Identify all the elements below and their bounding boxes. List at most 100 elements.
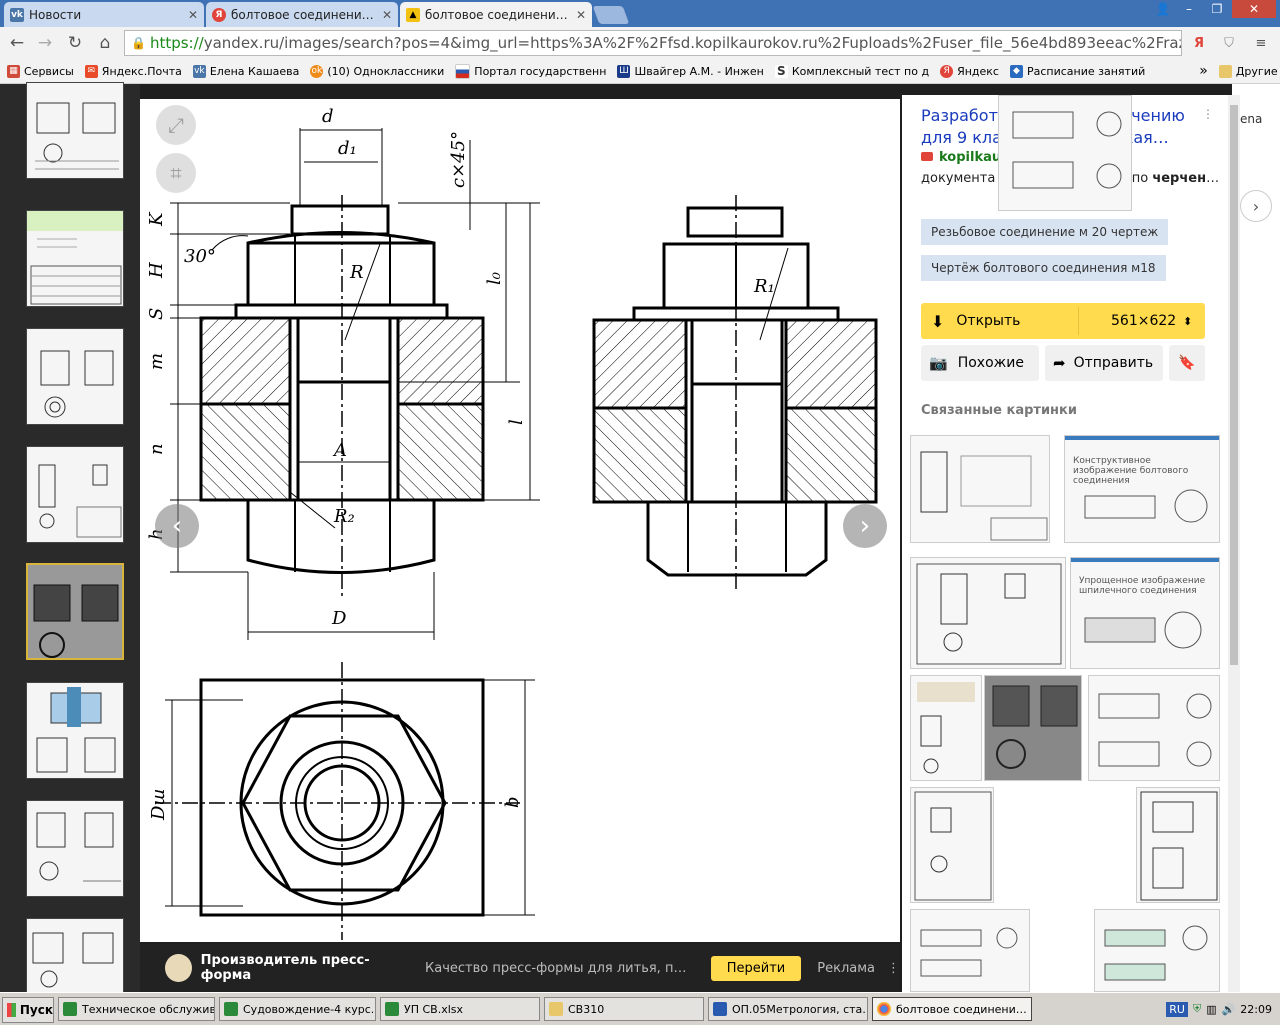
bookmark-services[interactable]: ▦ Сервисы — [7, 64, 74, 78]
yandex-extension-icon[interactable]: Я — [1190, 34, 1208, 52]
bookmark-label: Швайгер А.М. - Инжен — [634, 64, 764, 78]
home-icon[interactable]: ⌂ — [94, 33, 116, 53]
thumbnail[interactable] — [26, 800, 124, 897]
back-icon[interactable]: ← — [6, 33, 28, 53]
bookmark-shvaiger[interactable]: Ш Швайгер А.М. - Инжен — [617, 64, 764, 78]
bookmark-yandex[interactable]: Я Яндекс — [940, 64, 999, 78]
restore-button[interactable]: ❐ — [1204, 0, 1230, 18]
related-image[interactable] — [910, 909, 1030, 992]
other-bookmarks-folder[interactable]: Другие закладки — [1218, 64, 1280, 78]
taskbar-item[interactable]: Техническое обслужив… — [58, 997, 215, 1021]
crop-icon[interactable]: ⌗ — [156, 153, 196, 193]
taskbar-item[interactable]: ОП.05Метрология, ста… — [708, 997, 868, 1021]
main-image: d d₁ c×45° K H S m n h 30° R R₁ R₂ l₀ l … — [140, 99, 900, 942]
thumbnail[interactable] — [26, 682, 124, 779]
tag-chip[interactable]: Резьбовое соединение м 20 чертеж — [921, 219, 1169, 245]
more-options-icon[interactable]: ⋮ — [887, 961, 900, 976]
thumbnail-strip — [0, 82, 140, 1015]
bookmark-schedule[interactable]: ◆ Расписание занятий — [1009, 64, 1145, 78]
close-tab-icon[interactable]: ✕ — [576, 8, 586, 22]
related-image[interactable] — [1094, 909, 1220, 992]
fullscreen-icon[interactable]: ⤢ — [156, 105, 196, 145]
related-image-drawing — [1012, 111, 1122, 189]
tab-novosti[interactable]: vk Новости ✕ — [4, 2, 204, 27]
related-image-drawing — [985, 676, 1081, 780]
bookmark-gosuslugi[interactable]: Портал государственн — [455, 63, 606, 79]
reload-icon[interactable]: ↻ — [64, 33, 86, 53]
menu-icon[interactable]: ≡ — [1252, 34, 1270, 52]
volume-icon[interactable]: 🔊 — [1222, 1003, 1236, 1016]
scrollbar-thumb[interactable] — [1230, 105, 1238, 665]
bookmarks-overflow-button[interactable]: » — [1199, 63, 1208, 79]
language-indicator[interactable]: RU — [1166, 1001, 1188, 1017]
share-button[interactable]: ➦ Отправить — [1045, 345, 1163, 381]
next-image-button[interactable]: › — [843, 504, 887, 548]
related-image[interactable] — [998, 95, 1132, 211]
dim-label-l0: l₀ — [484, 272, 505, 285]
bookmark-test[interactable]: S Комплексный тест по д — [774, 64, 929, 78]
dim-label-R: R — [349, 262, 364, 283]
related-image[interactable] — [910, 435, 1050, 543]
minimize-button[interactable]: – — [1176, 0, 1202, 18]
document-icon: Ш — [617, 64, 631, 78]
taskbar-item-active[interactable]: болтовое соединени… — [872, 997, 1032, 1021]
tag-chip[interactable]: Чертёж болтового соединения м18 — [921, 255, 1166, 281]
tab-bolt-search[interactable]: Я болтовое соединение черт ✕ — [206, 2, 398, 27]
taskbar-item[interactable]: Судовождение-4 курс.… — [219, 997, 376, 1021]
related-image[interactable] — [1088, 675, 1220, 781]
ad-go-button[interactable]: Перейти — [710, 955, 802, 981]
bookmark-vk-profile[interactable]: vk Елена Кашаева — [192, 64, 299, 78]
thumbnail-selected[interactable] — [26, 563, 124, 660]
close-tab-icon[interactable]: ✕ — [382, 8, 392, 22]
network-icon[interactable]: ▥ — [1206, 1003, 1216, 1016]
chevron-right-icon[interactable]: › — [1240, 190, 1272, 222]
window-close-button[interactable]: ✕ — [1232, 0, 1276, 18]
russia-flag-icon — [455, 63, 471, 79]
thumbnail[interactable] — [26, 210, 124, 307]
related-image[interactable] — [910, 557, 1066, 669]
clock[interactable]: 22:09 — [1240, 1003, 1272, 1016]
new-tab-button[interactable] — [592, 6, 630, 24]
security-icon[interactable]: ⛨ — [1193, 1002, 1201, 1016]
start-button[interactable]: Пуск — [2, 997, 54, 1023]
tab-strip: vk Новости ✕ Я болтовое соединение черт … — [0, 0, 1280, 27]
bookmark-odnoklassniki[interactable]: ok (10) Одноклассники — [310, 64, 444, 78]
yandex-icon: Я — [940, 64, 954, 78]
thumbnail[interactable] — [26, 82, 124, 179]
thumbnail[interactable] — [26, 328, 124, 425]
related-image[interactable] — [984, 675, 1082, 781]
download-icon: ⬇ — [931, 311, 945, 331]
previous-image-button[interactable]: ‹ — [155, 504, 199, 548]
close-tab-icon[interactable]: ✕ — [188, 8, 198, 22]
similar-button[interactable]: 📷 Похожие — [921, 345, 1039, 381]
open-button[interactable]: ⬇ Открыть 561×622 ⬍ — [921, 303, 1205, 339]
shield-icon[interactable]: ⛉ — [1220, 34, 1238, 52]
more-options-icon[interactable]: ⋮ — [1202, 107, 1214, 121]
bookmark-button[interactable]: 🔖 — [1169, 345, 1205, 381]
thumbnail[interactable] — [26, 446, 124, 543]
tab-bolt-images[interactable]: ▲ болтовое соединение черт ✕ — [400, 2, 592, 27]
taskbar-item[interactable]: СВ310 — [544, 997, 704, 1021]
size-dropdown-icon[interactable]: ⬍ — [1183, 315, 1192, 328]
ad-logo — [165, 954, 192, 982]
taskbar-item[interactable]: УП СВ.xlsx — [380, 997, 540, 1021]
bookmark-yandex-mail[interactable]: ✉ Яндекс.Почта — [84, 64, 182, 78]
address-bar[interactable]: 🔒 https:// yandex.ru/images/search?pos=4… — [124, 30, 1182, 56]
schedule-icon: ◆ — [1009, 64, 1023, 78]
related-image[interactable] — [1136, 787, 1220, 903]
size-label[interactable]: 561×622 — [1111, 313, 1176, 329]
close-viewer-icon[interactable]: ✕ — [1248, 90, 1270, 120]
dim-label-m: m — [146, 353, 167, 370]
ad-brand[interactable]: Производитель пресс-форма — [201, 953, 409, 983]
ad-label: Реклама — [817, 960, 875, 976]
related-image[interactable]: Упрощенное изображение шпилечного соедин… — [1070, 557, 1220, 669]
related-image[interactable] — [910, 787, 994, 903]
taskbar-label: Судовождение-4 курс.… — [243, 1002, 376, 1016]
forward-icon[interactable]: → — [34, 33, 56, 53]
dim-label-R2: R₂ — [333, 506, 355, 527]
related-image[interactable] — [910, 675, 982, 781]
user-icon[interactable]: 👤 — [1150, 0, 1176, 18]
panel-scrollbar[interactable] — [1228, 95, 1240, 992]
taskbar-label: УП СВ.xlsx — [404, 1002, 464, 1016]
related-image[interactable]: Конструктивное изображение болтового сое… — [1064, 435, 1220, 543]
